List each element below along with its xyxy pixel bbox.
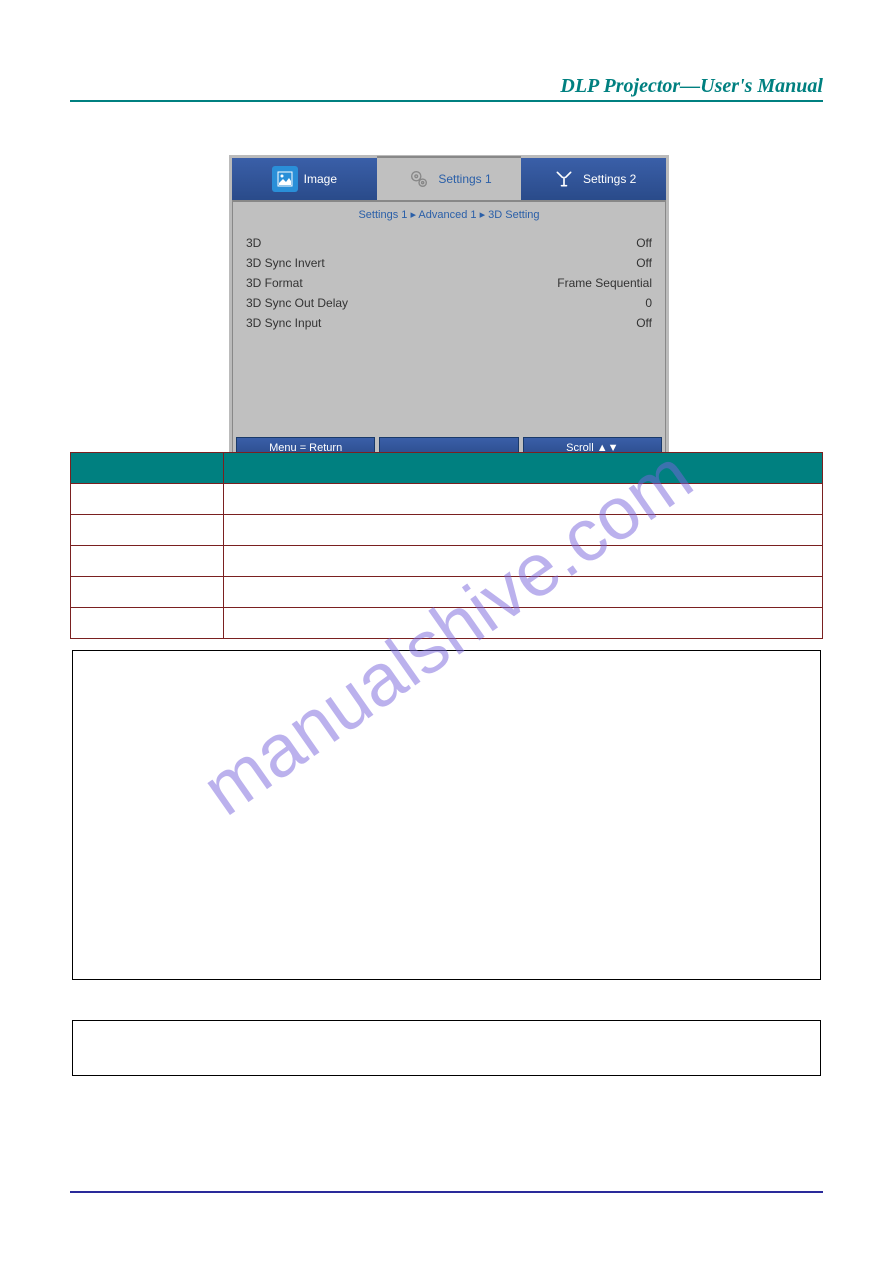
content-box-2 bbox=[72, 1020, 821, 1076]
osd-label: 3D Format bbox=[246, 276, 303, 290]
footer-rule bbox=[70, 1191, 823, 1193]
image-icon bbox=[272, 166, 298, 192]
gear-icon bbox=[406, 166, 432, 192]
osd-value: Off bbox=[636, 316, 652, 330]
table-row bbox=[71, 546, 823, 577]
table-row bbox=[71, 484, 823, 515]
osd-label: 3D bbox=[246, 236, 261, 250]
page-header-title: DLP Projector—User's Manual bbox=[560, 75, 823, 98]
osd-menu: Image Settings 1 Settings 2 Settings 1 ▸… bbox=[229, 155, 669, 466]
table-header bbox=[224, 453, 823, 484]
header-rule bbox=[70, 100, 823, 102]
table-row bbox=[71, 515, 823, 546]
tab-settings1[interactable]: Settings 1 bbox=[377, 156, 522, 200]
osd-label: 3D Sync Out Delay bbox=[246, 296, 348, 310]
osd-row-3d-sync-input[interactable]: 3D Sync Input Off bbox=[246, 313, 652, 333]
table-row bbox=[71, 608, 823, 639]
osd-value: 0 bbox=[645, 296, 652, 310]
osd-value: Frame Sequential bbox=[557, 276, 652, 290]
osd-row-3d[interactable]: 3D Off bbox=[246, 233, 652, 253]
osd-label: 3D Sync Invert bbox=[246, 256, 325, 270]
osd-row-3d-format[interactable]: 3D Format Frame Sequential bbox=[246, 273, 652, 293]
osd-row-3d-sync-invert[interactable]: 3D Sync Invert Off bbox=[246, 253, 652, 273]
tab-settings2-label: Settings 2 bbox=[583, 172, 636, 186]
table-row bbox=[71, 577, 823, 608]
osd-tabs: Image Settings 1 Settings 2 bbox=[232, 158, 666, 202]
osd-body: 3D Off 3D Sync Invert Off 3D Format Fram… bbox=[232, 227, 666, 433]
content-box-1 bbox=[72, 650, 821, 980]
tab-image[interactable]: Image bbox=[232, 158, 377, 200]
table-header-row bbox=[71, 453, 823, 484]
table-header bbox=[71, 453, 224, 484]
osd-row-3d-sync-out-delay[interactable]: 3D Sync Out Delay 0 bbox=[246, 293, 652, 313]
tab-settings2[interactable]: Settings 2 bbox=[521, 158, 666, 200]
osd-value: Off bbox=[636, 236, 652, 250]
osd-breadcrumb: Settings 1 ▸ Advanced 1 ▸ 3D Setting bbox=[232, 202, 666, 227]
tab-settings1-label: Settings 1 bbox=[438, 172, 491, 186]
osd-value: Off bbox=[636, 256, 652, 270]
tab-image-label: Image bbox=[304, 172, 337, 186]
osd-label: 3D Sync Input bbox=[246, 316, 321, 330]
tools-icon bbox=[551, 166, 577, 192]
parameters-table bbox=[70, 452, 823, 639]
